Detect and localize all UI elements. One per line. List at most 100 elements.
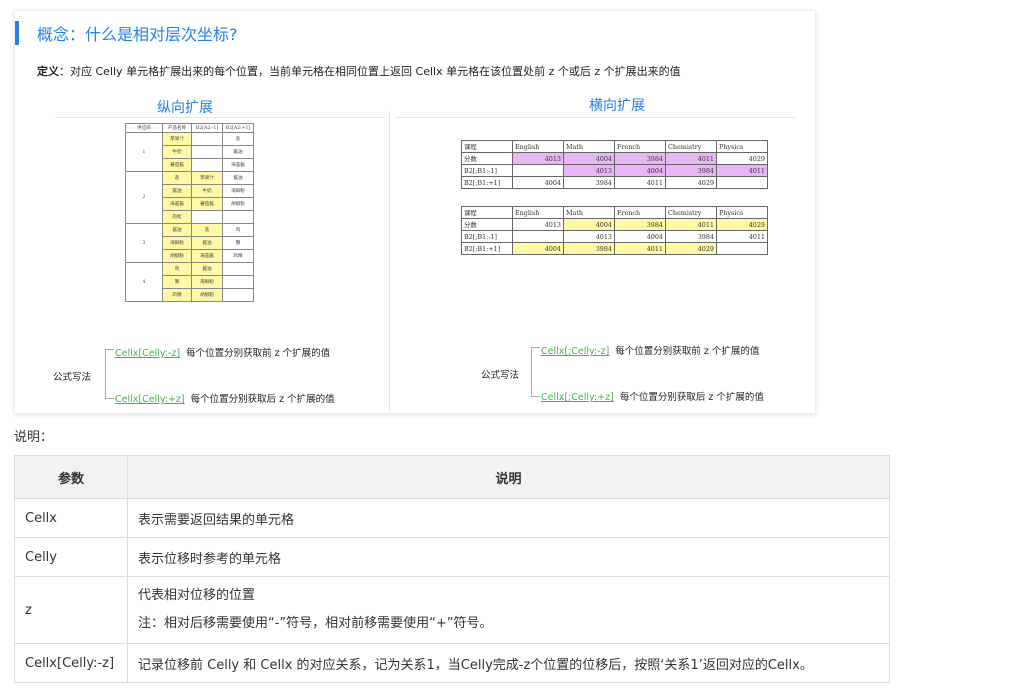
vertical-table-row: 3 酱油盐鸡 bbox=[125, 223, 254, 263]
vertical-table-cell: 海鲜粉 bbox=[191, 275, 223, 289]
vertical-table-cell bbox=[222, 275, 254, 289]
horizontal-table-row: 分数 4013 4004 3984 4011 4029 bbox=[461, 218, 768, 231]
right-title-divider bbox=[395, 117, 795, 118]
horizontal-expansion-title: 横向扩展 bbox=[589, 98, 645, 114]
horizontal-table-row: B2[;B1:+1] 4004 3984 4011 4029 bbox=[461, 242, 768, 255]
horizontal-table-row: B2[;B1:-1] 4013 4004 3984 4011 bbox=[461, 164, 768, 177]
horizontal-table-cell: 3984 bbox=[665, 164, 717, 177]
horizontal-table-cell: 课程 bbox=[461, 206, 513, 219]
vertical-table-row: 2 盐苹果汁 酱油 bbox=[125, 171, 254, 224]
right-formula-1-code: Cellx[;Celly:-z] bbox=[541, 346, 610, 357]
left-formula-label: 公式写法 bbox=[53, 372, 92, 383]
params-header-param: 参数 bbox=[14, 455, 128, 499]
horizontal-table-cell bbox=[716, 242, 768, 255]
vertical-table-cell: 酱油 bbox=[191, 236, 223, 250]
vertical-table-cell: 蕃茄酱 bbox=[191, 197, 223, 211]
horizontal-table-cell: 4004 bbox=[512, 176, 564, 189]
vertical-table-cell: 牛奶 bbox=[191, 184, 223, 198]
table-row: Cellx[Celly:-z] 记录位移前 Celly 和 Cellx 的对应关… bbox=[14, 643, 890, 683]
center-divider bbox=[389, 111, 390, 411]
vertical-table-cell: 胡椒粉 bbox=[162, 249, 192, 263]
horizontal-table-cell: 4029 bbox=[665, 176, 717, 189]
param-key: Celly bbox=[14, 537, 128, 577]
horizontal-table-cell: B2[;B1:-1] bbox=[461, 164, 513, 177]
horizontal-table-header: 课程 English Math French Chemistry Physics bbox=[461, 140, 768, 153]
vertical-table-cell bbox=[222, 210, 254, 224]
param-desc: 表示需要返回结果的单元格 bbox=[127, 498, 890, 538]
left-formula-1-code: Cellx[Celly:-z] bbox=[115, 348, 181, 359]
left-formula-2: Cellx[Celly:+z] 每个位置分别获取后 z 个扩展的值 bbox=[115, 391, 335, 405]
horizontal-table-cell: Math bbox=[563, 140, 615, 153]
vertical-table-header-cell: B2[A2:+1] bbox=[222, 123, 254, 133]
definition-text: ：对应 Celly 单元格扩展出来的每个位置，当前单元格在相同位置上返回 Cel… bbox=[59, 65, 681, 78]
horizontal-table-cell: 4011 bbox=[614, 176, 666, 189]
vertical-table-cell: 酱油 bbox=[222, 145, 254, 159]
horizontal-table-cell: 4029 bbox=[665, 242, 717, 255]
definition: 定义：对应 Celly 单元格扩展出来的每个位置，当前单元格在相同位置上返回 C… bbox=[37, 63, 681, 79]
vertical-table-cell: 胡椒粉 bbox=[191, 288, 223, 302]
vertical-table-cell bbox=[222, 262, 254, 276]
horizontal-table-header: 课程 English Math French Chemistry Physics bbox=[461, 206, 768, 219]
horizontal-table-cell: English bbox=[512, 140, 564, 153]
horizontal-table-cell: 4004 bbox=[614, 230, 666, 243]
title-accent-bar bbox=[15, 21, 19, 45]
vertical-table-cell: 鸡精 bbox=[162, 288, 192, 302]
table-row: Cellx 表示需要返回结果的单元格 bbox=[14, 498, 890, 538]
right-formula-label: 公式写法 bbox=[481, 370, 520, 381]
horizontal-table-cell: Physics bbox=[716, 206, 768, 219]
horizontal-table-cell: 4011 bbox=[716, 230, 768, 243]
horizontal-table-cell: 4011 bbox=[665, 152, 717, 165]
horizontal-table-cell: French bbox=[614, 206, 666, 219]
vertical-table-cell: 鸡 bbox=[162, 262, 192, 276]
vertical-table-cell: 酱油 bbox=[222, 171, 254, 185]
horizontal-table-cell: French bbox=[614, 140, 666, 153]
vertical-table-row: 1 苹果汁 盐 bbox=[125, 132, 254, 172]
right-formula-bracket bbox=[531, 347, 540, 397]
vertical-table-header-cell: 供应商 bbox=[125, 123, 163, 133]
params-table: 参数 说明 Cellx 表示需要返回结果的单元格 Celly 表示位移时参考的单… bbox=[14, 455, 890, 683]
vertical-table-cell: 蕃茄酱 bbox=[162, 158, 192, 172]
horizontal-table-cell: 3984 bbox=[563, 176, 615, 189]
vertical-table-cell: 海鲜粉 bbox=[162, 236, 192, 250]
vertical-example-table: 供应商 产品名称 B2[A2:-1] B2[A2:+1] 1 苹果汁盐牛奶 酱油 蕃茄酱 海苔酱… bbox=[125, 123, 254, 302]
left-formula-2-code: Cellx[Celly:+z] bbox=[115, 394, 185, 405]
vertical-table-cell: 牛奶 bbox=[162, 145, 192, 159]
vertical-table-cell: 苹果汁 bbox=[191, 171, 223, 185]
param-desc-cell: 代表相对位移的位置 注：相对后移需要使用“-”符号，相对前移需要使用“+”符号。 bbox=[127, 576, 890, 644]
vertical-table-cell: 海苔酱 bbox=[162, 197, 192, 211]
horizontal-table-cell: 4013 bbox=[512, 218, 564, 231]
param-desc-note: 注：相对后移需要使用“-”符号，相对前移需要使用“+”符号。 bbox=[138, 616, 493, 631]
vertical-table-cell bbox=[191, 132, 223, 146]
vertical-table-cell: 盐 bbox=[162, 171, 192, 185]
vertical-table-cell bbox=[191, 158, 223, 172]
horizontal-table-cell: 4013 bbox=[563, 230, 615, 243]
vertical-table-cell: 海鲜粉 bbox=[222, 184, 254, 198]
vertical-table-cell: 酱油 bbox=[191, 262, 223, 276]
vertical-table-cell: 酱油 bbox=[162, 223, 192, 237]
vertical-expansion-title: 纵向扩展 bbox=[157, 100, 213, 116]
param-key: z bbox=[14, 576, 128, 644]
vertical-table-group-id: 2 bbox=[125, 171, 163, 224]
horizontal-table-cell: Physics bbox=[716, 140, 768, 153]
horizontal-table-cell: 4004 bbox=[512, 242, 564, 255]
horizontal-table-cell: 4004 bbox=[614, 164, 666, 177]
param-desc: 表示位移时参考的单元格 bbox=[127, 537, 890, 577]
table-row: Celly 表示位移时参考的单元格 bbox=[14, 537, 890, 577]
horizontal-table-row: B2[;B1:+1] 4004 3984 4011 4029 bbox=[461, 176, 768, 189]
horizontal-table-cell: 4004 bbox=[563, 152, 615, 165]
horizontal-table-cell: 4011 bbox=[716, 164, 768, 177]
param-key: Cellx[Celly:-z] bbox=[14, 643, 128, 683]
left-formula-2-desc: 每个位置分别获取后 z 个扩展的值 bbox=[190, 394, 335, 405]
vertical-table-cell: 蟹 bbox=[222, 236, 254, 250]
vertical-table-cell: 胡椒粉 bbox=[222, 197, 254, 211]
horizontal-table-row: 分数 4013 4004 3984 4011 4029 bbox=[461, 152, 768, 165]
horizontal-example-table-1: 课程 English Math French Chemistry Physics 分数 401… bbox=[461, 140, 768, 189]
vertical-table-group-id: 4 bbox=[125, 262, 163, 302]
vertical-table-cell bbox=[191, 210, 223, 224]
horizontal-table-cell: 4029 bbox=[716, 218, 768, 231]
vertical-table-header: 供应商 产品名称 B2[A2:-1] B2[A2:+1] bbox=[125, 123, 254, 133]
horizontal-table-cell: Chemistry bbox=[665, 140, 717, 153]
horizontal-table-cell: English bbox=[512, 206, 564, 219]
vertical-table-cell: 盐 bbox=[222, 132, 254, 146]
vertical-table-group-id: 3 bbox=[125, 223, 163, 263]
